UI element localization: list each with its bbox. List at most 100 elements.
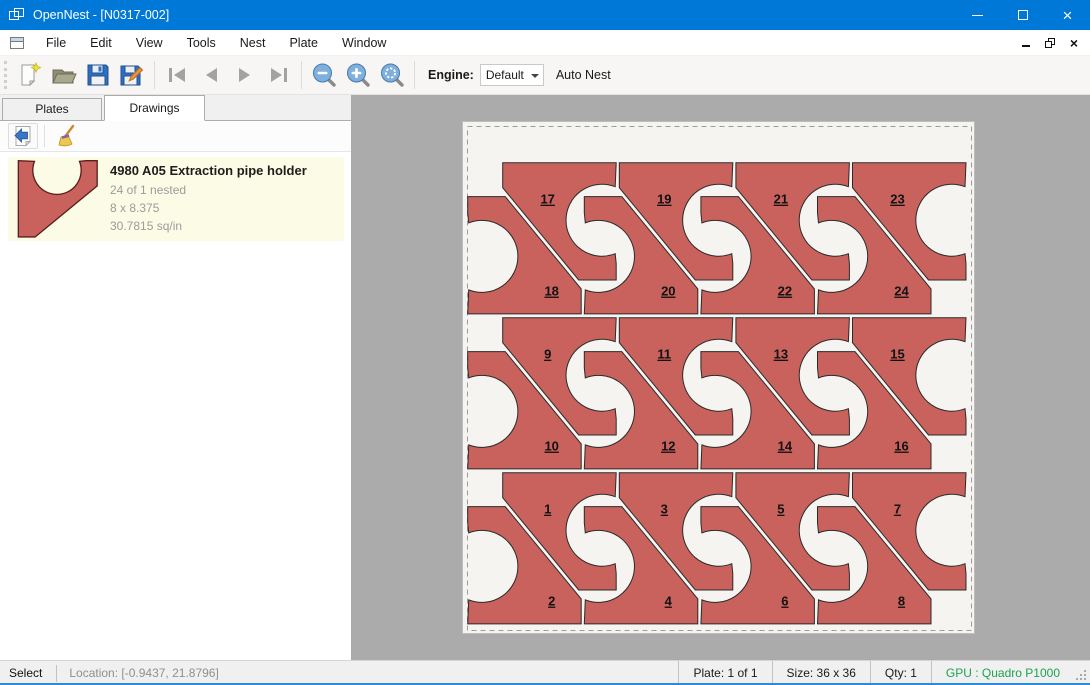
toolbar-separator	[154, 61, 155, 89]
send-to-plate-button[interactable]	[8, 123, 38, 149]
next-arrow-icon	[235, 66, 255, 84]
menu-view[interactable]: View	[124, 30, 175, 56]
nest-part-label: 12	[661, 439, 675, 454]
drawing-info: 4980 A05 Extraction pipe holder 24 of 1 …	[102, 163, 338, 235]
toolbar-separator	[301, 61, 302, 89]
nest-part-label: 13	[774, 347, 788, 362]
title-bar: OpenNest - [N0317-002] ×	[0, 0, 1090, 30]
part-shape-thumbnail	[17, 159, 99, 239]
open-file-button[interactable]	[47, 59, 81, 91]
nest-part-label: 15	[890, 347, 904, 362]
plate[interactable]: 171819202122232491011121314151612345678	[462, 121, 975, 634]
nest-part-label: 10	[544, 439, 558, 454]
zoom-out-button[interactable]	[307, 59, 341, 91]
nested-parts-layout: 171819202122232491011121314151612345678	[463, 122, 975, 634]
broom-icon	[54, 124, 78, 148]
engine-label: Engine:	[428, 68, 474, 82]
nest-canvas[interactable]: 171819202122232491011121314151612345678	[352, 95, 1090, 660]
nest-part-label: 20	[661, 284, 675, 299]
status-gpu: GPU : Quadro P1000	[931, 661, 1074, 685]
new-file-icon	[17, 62, 43, 88]
menu-window[interactable]: Window	[330, 30, 398, 56]
zoom-extents-button[interactable]	[375, 59, 409, 91]
mdi-document-icon[interactable]	[10, 37, 24, 49]
nest-part-label: 16	[894, 439, 908, 454]
nest-part-label: 14	[778, 439, 793, 454]
menu-bar: File Edit View Tools Nest Plate Window ×	[0, 30, 1090, 56]
status-location: Location: [-0.9437, 21.8796]	[57, 666, 230, 680]
drawing-nested-count: 24 of 1 nested	[110, 181, 338, 199]
minimize-button[interactable]	[955, 0, 1000, 30]
drawing-thumbnail	[14, 160, 102, 238]
toolbar-grip[interactable]	[4, 61, 7, 89]
drawing-list-item[interactable]: 4980 A05 Extraction pipe holder 24 of 1 …	[8, 157, 344, 241]
menu-file[interactable]: File	[34, 30, 78, 56]
nest-part-label: 8	[898, 594, 905, 609]
nest-part-label: 1	[544, 502, 551, 517]
toolbar-separator	[414, 61, 415, 89]
drawing-title: 4980 A05 Extraction pipe holder	[110, 163, 338, 178]
zoom-in-button[interactable]	[341, 59, 375, 91]
auto-nest-button[interactable]: Auto Nest	[556, 68, 611, 82]
new-file-button[interactable]	[13, 59, 47, 91]
nest-part-label: 21	[774, 192, 788, 207]
first-plate-button[interactable]	[160, 59, 194, 91]
status-qty: Qty: 1	[870, 661, 931, 685]
status-plate: Plate: 1 of 1	[678, 661, 771, 685]
nest-part-label: 22	[778, 284, 792, 299]
nest-part-label: 11	[657, 347, 671, 362]
nest-part-label: 2	[548, 594, 555, 609]
menu-plate[interactable]: Plate	[277, 30, 330, 56]
resize-grip[interactable]	[1075, 669, 1088, 682]
save-as-icon	[119, 62, 145, 88]
tab-plates[interactable]: Plates	[2, 98, 102, 120]
sidebar-toolbar	[0, 121, 351, 152]
mdi-minimize-button[interactable]	[1016, 34, 1036, 52]
engine-select[interactable]: Default	[480, 64, 544, 86]
previous-plate-button[interactable]	[194, 59, 228, 91]
sidebar-toolbar-separator	[44, 125, 45, 147]
previous-arrow-icon	[201, 66, 221, 84]
next-plate-button[interactable]	[228, 59, 262, 91]
nest-part-label: 19	[657, 192, 671, 207]
zoom-in-icon	[345, 62, 371, 88]
last-plate-button[interactable]	[262, 59, 296, 91]
engine-value: Default	[481, 68, 524, 82]
status-size: Size: 36 x 36	[772, 661, 870, 685]
sidebar: Plates Drawings	[0, 95, 352, 660]
app-window: OpenNest - [N0317-002] × File Edit View …	[0, 0, 1090, 685]
save-icon	[85, 62, 111, 88]
nest-part-label: 4	[665, 594, 673, 609]
nest-part-label: 7	[894, 502, 901, 517]
nest-part-label: 9	[544, 347, 551, 362]
save-button[interactable]	[81, 59, 115, 91]
nest-part-label: 5	[777, 502, 784, 517]
menu-edit[interactable]: Edit	[78, 30, 124, 56]
close-button[interactable]: ×	[1045, 0, 1090, 30]
menu-nest[interactable]: Nest	[228, 30, 278, 56]
main-toolbar: Engine: Default Auto Nest	[0, 56, 1090, 95]
nest-part-label: 6	[781, 594, 788, 609]
drawing-dimensions: 8 x 8.375	[110, 199, 338, 217]
nest-part-label: 24	[894, 284, 909, 299]
first-arrow-icon	[165, 66, 189, 84]
window-title: OpenNest - [N0317-002]	[33, 8, 169, 22]
tab-drawings[interactable]: Drawings	[104, 95, 205, 121]
menu-tools[interactable]: Tools	[175, 30, 228, 56]
sidebar-tabs: Plates Drawings	[0, 95, 351, 121]
app-icon	[9, 8, 25, 22]
maximize-button[interactable]	[1000, 0, 1045, 30]
open-folder-icon	[50, 62, 78, 88]
mdi-restore-button[interactable]	[1040, 34, 1060, 52]
nest-part-label: 17	[540, 192, 554, 207]
status-mode: Select	[0, 666, 56, 680]
mdi-close-button[interactable]: ×	[1064, 34, 1084, 52]
save-as-button[interactable]	[115, 59, 149, 91]
nest-part-label: 18	[544, 284, 558, 299]
clear-drawings-button[interactable]	[51, 123, 81, 149]
status-bar: Select Location: [-0.9437, 21.8796] Plat…	[0, 660, 1090, 685]
chevron-down-icon	[531, 74, 539, 78]
page-arrow-left-icon	[12, 125, 34, 147]
part-shape	[18, 161, 97, 237]
nest-part-label: 23	[890, 192, 904, 207]
